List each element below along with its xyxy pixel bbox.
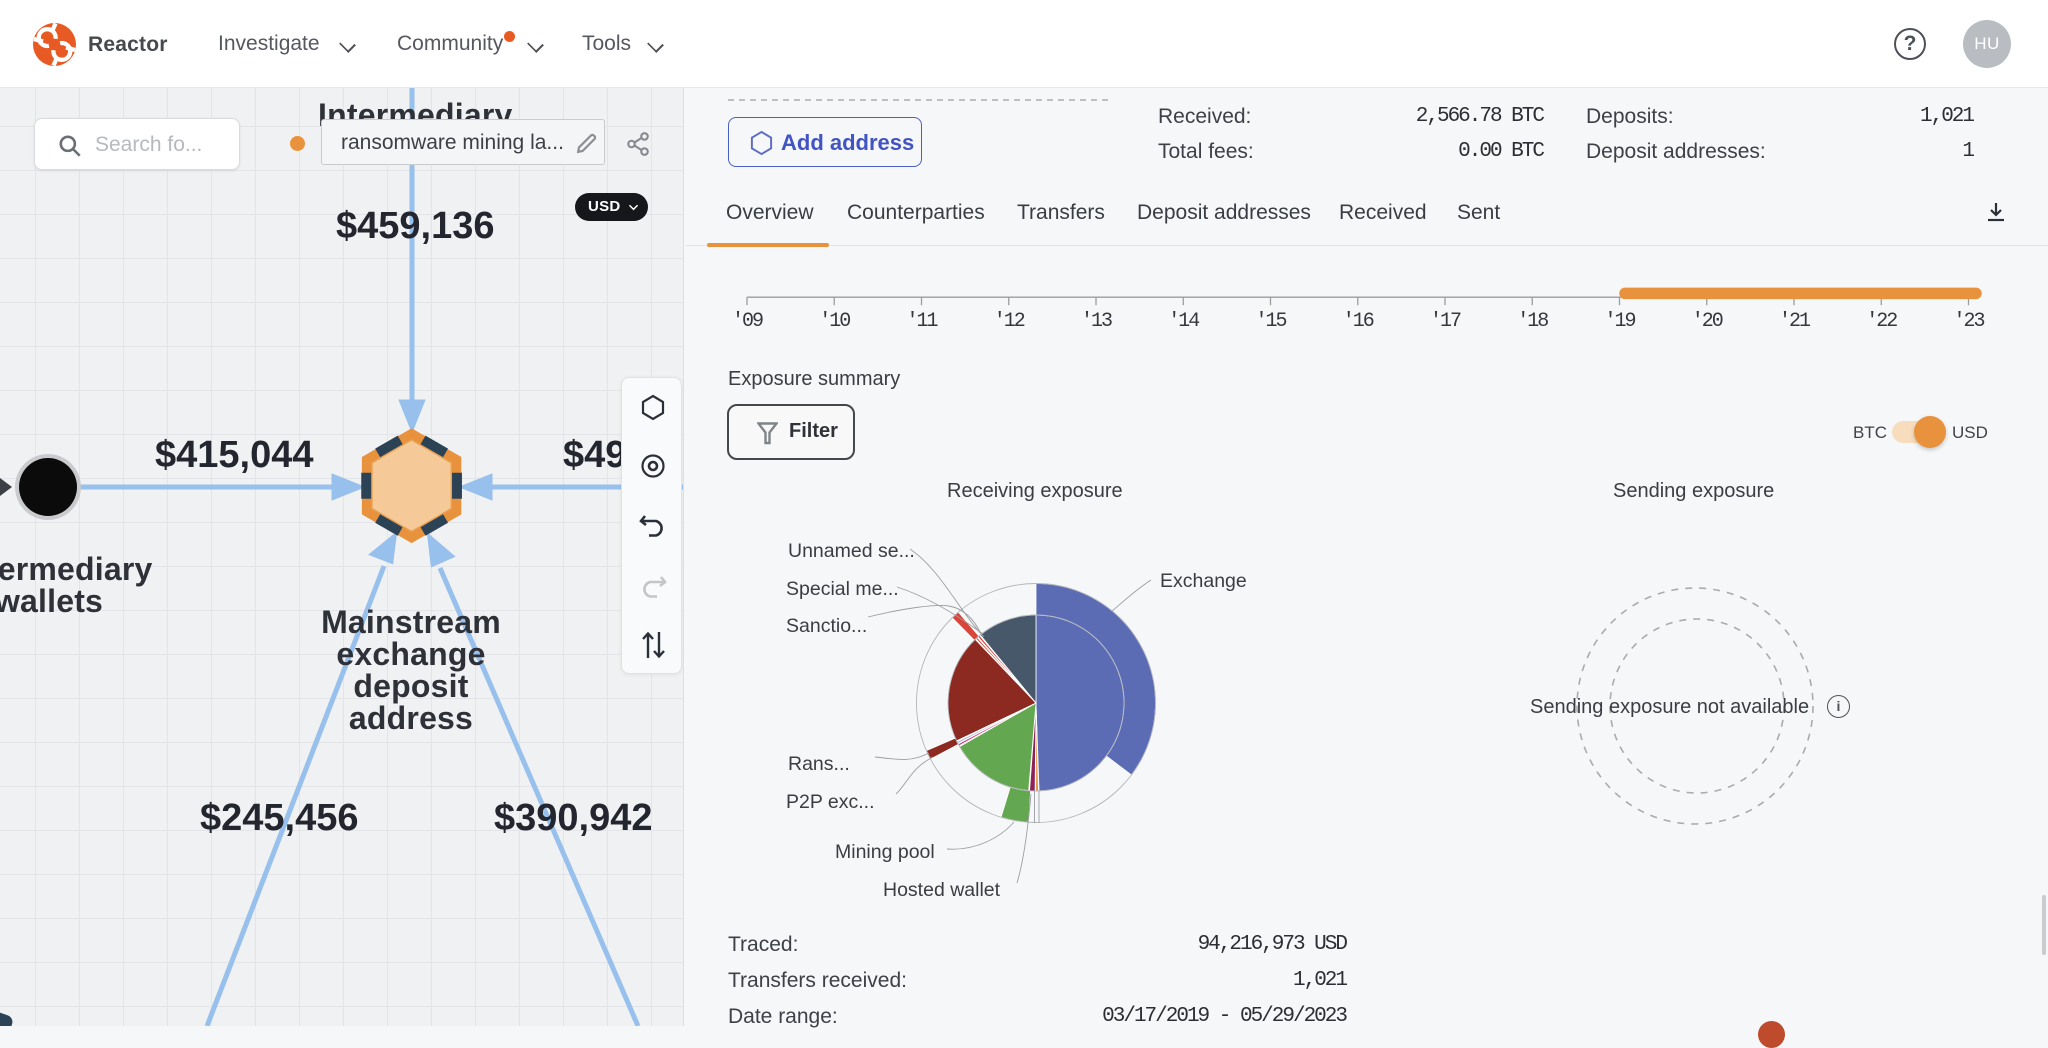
svg-text:'10: '10: [819, 310, 850, 333]
svg-text:'09: '09: [732, 310, 763, 333]
svg-text:'14: '14: [1168, 310, 1199, 333]
svg-text:'11: '11: [906, 310, 938, 333]
svg-text:'15: '15: [1255, 310, 1286, 333]
svg-text:'16: '16: [1343, 310, 1374, 333]
svg-text:'12: '12: [994, 310, 1025, 333]
svg-text:'21: '21: [1779, 310, 1811, 333]
svg-text:'13: '13: [1081, 310, 1112, 333]
svg-text:'22: '22: [1866, 310, 1897, 333]
svg-text:'18: '18: [1517, 310, 1548, 333]
svg-text:'20: '20: [1692, 310, 1723, 333]
svg-text:'23: '23: [1953, 310, 1984, 333]
svg-text:'17: '17: [1430, 310, 1461, 333]
svg-text:'19: '19: [1604, 310, 1635, 333]
